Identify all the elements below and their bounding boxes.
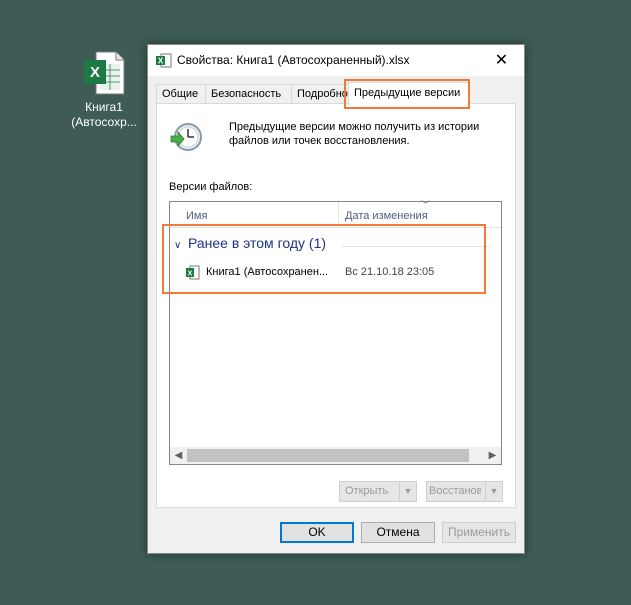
versions-label: Версии файлов: [169, 181, 253, 193]
tab-general[interactable]: Общие [156, 84, 207, 103]
chevron-down-icon: ∨ [174, 240, 182, 251]
column-header-date[interactable]: Дата изменения [345, 210, 428, 222]
tab-details[interactable]: Подробно [291, 84, 350, 103]
restore-button-label: Восстановить [429, 485, 481, 497]
list-header: Имя ﹀ Дата изменения [170, 200, 501, 228]
group-header[interactable]: ∨ Ранее в этом году (1) [174, 235, 326, 251]
column-divider[interactable] [338, 202, 339, 227]
column-header-name[interactable]: Имя [186, 210, 207, 222]
scroll-left-icon[interactable]: ◀ [170, 447, 187, 464]
svg-text:X: X [90, 64, 100, 81]
svg-text:X: X [188, 271, 193, 278]
scroll-thumb[interactable] [187, 449, 469, 462]
svg-text:X: X [158, 57, 164, 66]
desktop-file-label-line2: (Автосохр... [71, 115, 137, 129]
group-divider-line [342, 246, 490, 247]
desktop-file-label: Книга1 [85, 100, 123, 114]
close-icon: ✕ [494, 52, 509, 69]
cancel-button[interactable]: Отмена [361, 522, 435, 543]
restore-button[interactable]: Восстановить ▼ [426, 481, 503, 502]
desktop-file-shortcut[interactable]: X Книга1 (Автосохр... [64, 50, 144, 130]
apply-button[interactable]: Применить [442, 522, 516, 543]
scroll-right-icon[interactable]: ▶ [484, 447, 501, 464]
window-title: Свойства: Книга1 (Автосохраненный).xlsx [177, 53, 410, 67]
tab-panel-previous-versions: Предыдущие версии можно получить из исто… [156, 103, 516, 508]
intro-text: Предыдущие версии можно получить из исто… [229, 121, 480, 147]
close-button[interactable]: ✕ [479, 45, 524, 76]
chevron-down-icon[interactable]: ▼ [399, 482, 416, 501]
clock-restore-icon [169, 120, 203, 154]
file-date: Вс 21.10.18 23:05 [345, 266, 435, 278]
group-title: Ранее в этом году (1) [188, 235, 327, 251]
excel-file-icon: X [186, 265, 200, 280]
horizontal-scrollbar[interactable]: ◀ ▶ [170, 447, 501, 464]
chevron-down-icon[interactable]: ▼ [485, 482, 502, 501]
ok-button[interactable]: OK [280, 522, 354, 543]
excel-file-icon: X [156, 53, 172, 68]
open-button[interactable]: Открыть ▼ [339, 481, 417, 502]
file-name: Книга1 (Автосохранен... [206, 266, 329, 278]
list-item[interactable]: X Книга1 (Автосохранен... Вс 21.10.18 23… [186, 265, 496, 281]
title-bar[interactable]: X Свойства: Книга1 (Автосохраненный).xls… [148, 45, 524, 76]
properties-dialog: X Свойства: Книга1 (Автосохраненный).xls… [147, 44, 525, 554]
open-button-label: Открыть [345, 485, 389, 497]
tab-previous-versions[interactable]: Предыдущие версии [348, 82, 470, 105]
tab-security[interactable]: Безопасность [205, 84, 293, 103]
excel-file-icon: X [82, 50, 126, 96]
file-versions-list[interactable]: Имя ﹀ Дата изменения ∨ Ранее в этом году … [162, 200, 502, 465]
